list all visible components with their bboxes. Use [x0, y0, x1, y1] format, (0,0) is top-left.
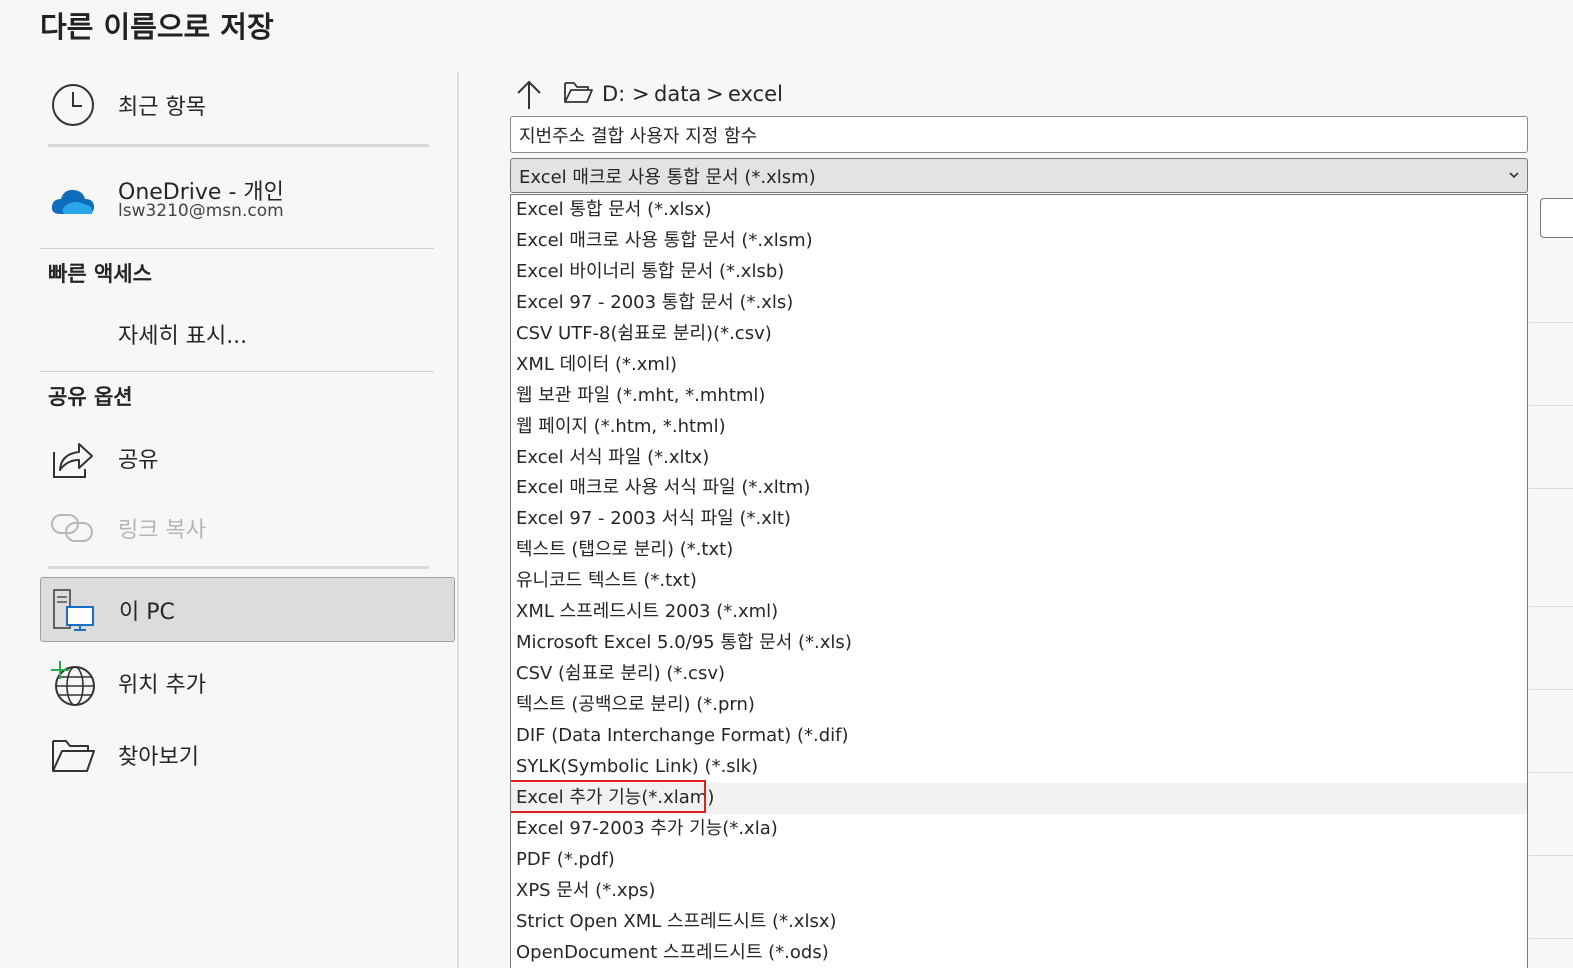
breadcrumb-folder-excel[interactable]: excel: [728, 82, 783, 106]
file-type-option[interactable]: Excel 바이너리 통합 문서 (*.xlsb): [511, 257, 1527, 288]
nav-recent[interactable]: 최근 항목: [40, 78, 455, 132]
list-divider: [1529, 772, 1573, 773]
nav-copy-link: 링크 복사: [40, 504, 455, 552]
file-type-option[interactable]: Excel 매크로 사용 서식 파일 (*.xltm): [511, 473, 1527, 504]
folder-open-icon: [50, 732, 96, 778]
quick-access-title: 빠른 액세스: [48, 262, 152, 286]
up-folder-button[interactable]: [513, 78, 545, 112]
nav-browse[interactable]: 찾아보기: [40, 728, 455, 782]
list-divider: [1529, 689, 1573, 690]
nav-divider: [40, 371, 434, 372]
file-type-option[interactable]: Excel 통합 문서 (*.xlsx): [511, 195, 1527, 226]
file-type-option[interactable]: SYLK(Symbolic Link) (*.slk): [511, 752, 1527, 783]
link-icon: [50, 505, 96, 551]
nav-divider: [40, 248, 434, 249]
show-more-label: 자세히 표시...: [118, 324, 248, 349]
clock-icon: [50, 82, 96, 128]
file-type-select[interactable]: Excel 매크로 사용 통합 문서 (*.xlsm): [510, 158, 1528, 193]
breadcrumb-separator: >: [706, 82, 724, 106]
file-type-option[interactable]: 웹 페이지 (*.htm, *.html): [511, 412, 1527, 443]
file-type-option[interactable]: Excel 서식 파일 (*.xltx): [511, 443, 1527, 474]
file-type-option[interactable]: CSV UTF-8(쉼표로 분리)(*.csv): [511, 319, 1527, 350]
file-type-option[interactable]: PDF (*.pdf): [511, 845, 1527, 876]
file-type-option[interactable]: Excel 추가 기능(*.xlam): [511, 779, 1527, 814]
file-type-dropdown-list[interactable]: Excel 통합 문서 (*.xlsx) Excel 매크로 사용 통합 문서 (…: [510, 194, 1528, 968]
breadcrumb-drive[interactable]: D:: [602, 82, 625, 106]
nav-divider: [48, 566, 429, 569]
nav-recent-label: 최근 항목: [118, 95, 206, 120]
file-type-option[interactable]: OpenDocument 스프레드시트 (*.ods): [511, 938, 1527, 968]
file-type-option[interactable]: 텍스트 (탭으로 분리) (*.txt): [511, 535, 1527, 566]
chevron-down-icon: [1509, 172, 1519, 179]
panel-separator: [457, 72, 459, 968]
nav-divider: [48, 144, 429, 147]
nav-this-pc[interactable]: 이 PC: [40, 577, 455, 642]
list-divider: [1529, 855, 1573, 856]
list-divider: [1529, 488, 1573, 489]
nav-add-location-label: 위치 추가: [118, 673, 206, 698]
file-type-option[interactable]: DIF (Data Interchange Format) (*.dif): [511, 721, 1527, 752]
file-type-option[interactable]: Excel 97 - 2003 통합 문서 (*.xls): [511, 288, 1527, 319]
nav-browse-label: 찾아보기: [118, 745, 199, 770]
file-type-option[interactable]: Microsoft Excel 5.0/95 통합 문서 (*.xls): [511, 628, 1527, 659]
show-more-link[interactable]: 자세히 표시...: [40, 312, 455, 356]
breadcrumb-separator: >: [632, 82, 650, 106]
list-divider: [1529, 405, 1573, 406]
nav-copy-link-label: 링크 복사: [118, 518, 206, 543]
save-button-partial[interactable]: [1540, 198, 1573, 238]
nav-share[interactable]: 공유: [40, 432, 455, 484]
file-type-option[interactable]: XPS 문서 (*.xps): [511, 876, 1527, 907]
file-type-selected: Excel 매크로 사용 통합 문서 (*.xlsm): [519, 166, 816, 188]
file-type-option[interactable]: 텍스트 (공백으로 분리) (*.prn): [511, 690, 1527, 721]
folder-icon: [563, 80, 593, 110]
share-icon: [50, 435, 96, 481]
nav-add-location[interactable]: 위치 추가: [40, 656, 455, 710]
onedrive-cloud-icon: [50, 178, 96, 224]
nav-this-pc-label: 이 PC: [119, 599, 175, 625]
breadcrumb-folder-data[interactable]: data: [654, 82, 701, 106]
file-type-option[interactable]: Excel 매크로 사용 통합 문서 (*.xlsm): [511, 226, 1527, 257]
list-divider: [1529, 606, 1573, 607]
onedrive-email: lsw3210@msn.com: [118, 201, 284, 221]
page-title: 다른 이름으로 저장: [40, 10, 274, 44]
file-type-option[interactable]: XML 데이터 (*.xml): [511, 350, 1527, 381]
filename-input[interactable]: [510, 116, 1528, 153]
file-type-option[interactable]: XML 스프레드시트 2003 (*.xml): [511, 597, 1527, 628]
file-type-option[interactable]: 웹 보관 파일 (*.mht, *.mhtml): [511, 381, 1527, 412]
file-type-option[interactable]: Strict Open XML 스프레드시트 (*.xlsx): [511, 907, 1527, 938]
file-type-option[interactable]: CSV (쉼표로 분리) (*.csv): [511, 659, 1527, 690]
nav-onedrive[interactable]: OneDrive - 개인 lsw3210@msn.com: [40, 168, 455, 232]
globe-add-icon: [50, 660, 96, 706]
list-divider: [1529, 938, 1573, 939]
file-type-option[interactable]: Excel 97 - 2003 서식 파일 (*.xlt): [511, 504, 1527, 535]
arrow-up-icon: [517, 80, 541, 109]
share-options-title: 공유 옵션: [48, 385, 133, 409]
nav-share-label: 공유: [118, 448, 159, 473]
file-type-option[interactable]: 유니코드 텍스트 (*.txt): [511, 566, 1527, 597]
computer-icon: [51, 587, 97, 633]
list-divider: [1529, 322, 1573, 323]
file-type-option[interactable]: Excel 97-2003 추가 기능(*.xla): [511, 814, 1527, 845]
